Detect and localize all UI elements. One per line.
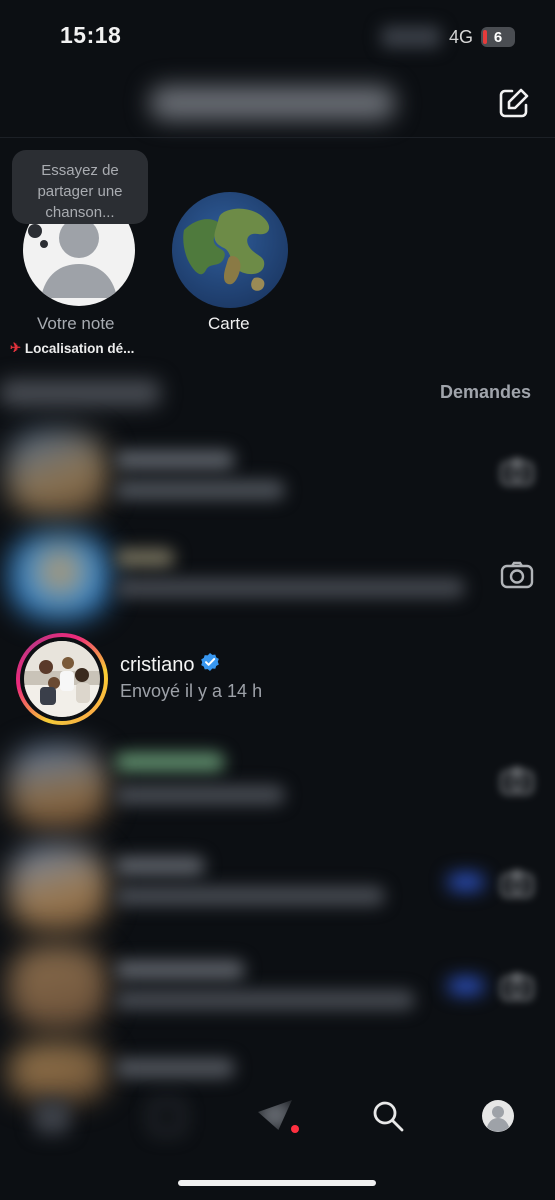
battery-icon: 6 xyxy=(481,27,515,47)
cristiano-avatar-photo xyxy=(24,641,100,717)
conversation-avatar[interactable] xyxy=(6,430,108,516)
location-status: ✈ Localisation dé... xyxy=(10,340,134,356)
conversation-name-blurred xyxy=(115,548,175,568)
unread-indicator xyxy=(448,978,484,994)
conversation-name-blurred xyxy=(115,856,205,876)
camera-icon[interactable] xyxy=(500,973,534,1001)
conversation-preview-blurred xyxy=(115,578,465,598)
header-divider xyxy=(0,137,555,138)
map-label: Carte xyxy=(208,314,250,333)
conversation-avatar[interactable] xyxy=(8,745,108,829)
requests-link[interactable]: Demandes xyxy=(440,382,531,403)
bubble-tail xyxy=(28,224,42,238)
conversation-name-blurred xyxy=(115,752,225,772)
conversation-preview-blurred xyxy=(115,480,285,500)
username: cristiano xyxy=(120,653,195,676)
home-icon[interactable] xyxy=(34,1100,70,1134)
compose-icon[interactable] xyxy=(497,86,531,120)
verified-badge-icon xyxy=(200,652,220,678)
status-indicators: 4G 6 xyxy=(380,26,515,48)
conversation-name-blurred xyxy=(115,1058,235,1078)
send-icon[interactable] xyxy=(258,1100,292,1130)
conversation-name-blurred xyxy=(115,960,245,980)
messages-tab-blurred[interactable] xyxy=(0,380,160,406)
note-bubble[interactable]: Essayez de partager une chanson... xyxy=(12,150,148,224)
conversation-preview-blurred xyxy=(115,886,385,906)
conversation-title[interactable]: cristiano xyxy=(120,652,220,678)
story-ring-avatar[interactable] xyxy=(16,633,108,725)
profile-icon[interactable] xyxy=(481,1099,515,1138)
camera-icon[interactable] xyxy=(500,870,534,898)
conversation-avatar[interactable] xyxy=(8,945,108,1029)
conversation-avatar[interactable] xyxy=(8,845,108,931)
conversation-subtitle: Envoyé il y a 14 h xyxy=(120,681,263,701)
network-type: 4G xyxy=(448,26,473,47)
conversation-preview-blurred xyxy=(115,785,285,805)
map-globe-icon[interactable] xyxy=(172,192,288,308)
conversation-avatar[interactable] xyxy=(10,533,110,619)
location-status-text: Localisation dé... xyxy=(24,340,135,356)
account-title-blurred[interactable] xyxy=(150,86,395,120)
signal-icon xyxy=(380,26,441,48)
battery-level: 6 xyxy=(493,28,503,46)
search-icon[interactable] xyxy=(371,1099,405,1138)
reels-icon[interactable] xyxy=(150,1100,184,1134)
conversation-name-blurred xyxy=(115,450,235,470)
camera-icon[interactable] xyxy=(500,767,534,795)
status-time: 15:18 xyxy=(60,22,122,48)
conversation-preview-blurred xyxy=(115,990,415,1010)
notification-dot xyxy=(291,1125,299,1133)
location-off-icon: ✈ xyxy=(10,340,21,355)
bubble-tail-small xyxy=(40,240,48,248)
camera-icon[interactable] xyxy=(500,561,534,589)
your-note-label: Votre note xyxy=(37,314,115,333)
home-indicator xyxy=(178,1180,376,1186)
unread-indicator xyxy=(448,874,484,890)
camera-icon[interactable] xyxy=(500,458,534,486)
bottom-nav xyxy=(0,1088,555,1148)
